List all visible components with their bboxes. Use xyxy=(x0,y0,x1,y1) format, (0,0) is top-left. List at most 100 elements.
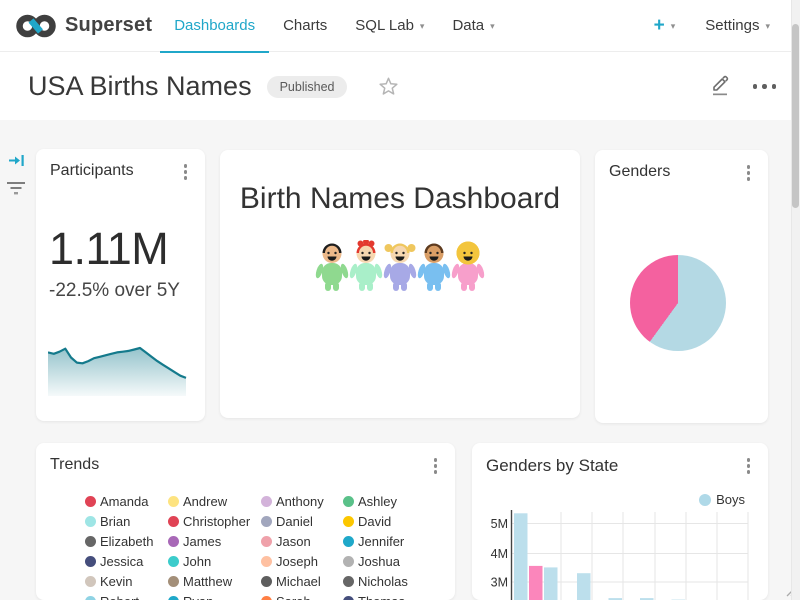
legend-item-james[interactable]: James xyxy=(168,531,261,551)
scrollbar-thumb[interactable] xyxy=(792,24,799,208)
dashboard-header: USA Births Names Published xyxy=(0,53,800,120)
legend-label: Kevin xyxy=(100,574,133,589)
nav-links: Dashboards Charts SQL Lab ▾ Data ▾ xyxy=(160,0,508,52)
nav-item-sql-lab[interactable]: SQL Lab ▾ xyxy=(341,0,438,52)
more-options-icon[interactable] xyxy=(753,80,777,93)
kid-girl-red-mint xyxy=(349,240,383,292)
card-genders: Genders xyxy=(595,150,768,423)
legend-label: Joshua xyxy=(358,554,400,569)
kebab-menu-icon[interactable] xyxy=(180,162,192,182)
genders-by-state-bar-chart[interactable]: 5M 4M 3M xyxy=(486,503,754,600)
card-trends: Trends AmandaAndrewAnthonyAshleyBrianChr… xyxy=(36,443,455,600)
legend-item-nicholas[interactable]: Nicholas xyxy=(343,571,408,591)
legend-swatch xyxy=(168,496,179,507)
published-badge[interactable]: Published xyxy=(267,76,348,98)
legend-item-amanda[interactable]: Amanda xyxy=(85,491,168,511)
kebab-menu-icon[interactable] xyxy=(743,163,755,183)
legend-item-brian[interactable]: Brian xyxy=(85,511,168,531)
legend-item-elizabeth[interactable]: Elizabeth xyxy=(85,531,168,551)
legend-swatch xyxy=(343,516,354,527)
legend-item-jennifer[interactable]: Jennifer xyxy=(343,531,408,551)
nav-item-dashboards[interactable]: Dashboards xyxy=(160,0,269,52)
legend-item-ryan[interactable]: Ryan xyxy=(168,591,261,600)
legend-item-daniel[interactable]: Daniel xyxy=(261,511,343,531)
plus-icon: + xyxy=(654,16,665,35)
scrollbar-track[interactable] xyxy=(791,0,800,600)
card-title: Participants xyxy=(50,162,134,180)
legend-label: Brian xyxy=(100,514,130,529)
legend-item-david[interactable]: David xyxy=(343,511,408,531)
y-tick-label: 4M xyxy=(491,547,508,561)
chevron-down-icon: ▾ xyxy=(671,21,676,32)
legend-item-michael[interactable]: Michael xyxy=(261,571,343,591)
y-tick-label: 5M xyxy=(491,517,508,531)
nav-item-data[interactable]: Data ▾ xyxy=(438,0,508,52)
legend-swatch xyxy=(168,596,179,600)
legend-item-ashley[interactable]: Ashley xyxy=(343,491,408,511)
legend-swatch xyxy=(85,596,96,600)
card-title: Genders xyxy=(609,163,670,181)
legend-swatch xyxy=(85,576,96,587)
legend-swatch xyxy=(168,536,179,547)
legend-label: Matthew xyxy=(183,574,232,589)
legend-item-robert[interactable]: Robert xyxy=(85,591,168,600)
legend-label: Michael xyxy=(276,574,321,589)
card-title: Genders by State xyxy=(486,456,618,476)
legend-item-jessica[interactable]: Jessica xyxy=(85,551,168,571)
genders-pie-chart[interactable] xyxy=(630,255,726,351)
expand-filter-bar-icon[interactable] xyxy=(8,153,25,173)
chevron-down-icon: ▾ xyxy=(420,21,425,32)
kebab-menu-icon[interactable] xyxy=(743,456,755,476)
legend-swatch xyxy=(343,496,354,507)
bar-girls[interactable] xyxy=(529,566,543,600)
edit-pencil-icon[interactable] xyxy=(709,72,733,102)
participants-sparkline-chart[interactable] xyxy=(48,342,190,400)
legend-label: Thomas xyxy=(358,594,405,600)
favorite-star-icon[interactable] xyxy=(378,76,399,97)
filter-icon[interactable] xyxy=(7,181,25,201)
legend-label: Jessica xyxy=(100,554,143,569)
legend-swatch xyxy=(85,516,96,527)
legend-item-andrew[interactable]: Andrew xyxy=(168,491,261,511)
bar-boys[interactable] xyxy=(577,573,591,600)
brand-name[interactable]: Superset xyxy=(65,14,152,37)
legend-item-john[interactable]: John xyxy=(168,551,261,571)
legend-swatch xyxy=(261,536,272,547)
legend-label: Ryan xyxy=(183,594,213,600)
legend-swatch xyxy=(261,576,272,587)
legend-item-joshua[interactable]: Joshua xyxy=(343,551,408,571)
legend-swatch xyxy=(261,596,272,600)
kebab-menu-icon[interactable] xyxy=(430,456,442,476)
legend-item-christopher[interactable]: Christopher xyxy=(168,511,261,531)
legend-item-joseph[interactable]: Joseph xyxy=(261,551,343,571)
legend-swatch xyxy=(343,576,354,587)
legend-item-kevin[interactable]: Kevin xyxy=(85,571,168,591)
nav-right: + ▾ Settings ▾ xyxy=(654,16,800,35)
navbar: Superset Dashboards Charts SQL Lab ▾ Dat… xyxy=(0,0,800,52)
legend-item-matthew[interactable]: Matthew xyxy=(168,571,261,591)
legend-swatch xyxy=(85,536,96,547)
new-menu-button[interactable]: + ▾ xyxy=(654,16,676,35)
legend-swatch xyxy=(343,556,354,567)
y-tick-label: 3M xyxy=(491,576,508,590)
legend-swatch xyxy=(168,576,179,587)
legend-label: John xyxy=(183,554,211,569)
bar-boys[interactable] xyxy=(514,513,528,600)
superset-logo-icon[interactable] xyxy=(14,11,58,41)
legend-item-thomas[interactable]: Thomas xyxy=(343,591,408,600)
legend-label: Jennifer xyxy=(358,534,404,549)
legend-item-sarah[interactable]: Sarah xyxy=(261,591,343,600)
markdown-heading: Birth Names Dashboard xyxy=(220,182,580,216)
nav-item-charts[interactable]: Charts xyxy=(269,0,341,52)
legend-label: Andrew xyxy=(183,494,227,509)
legend-item-jason[interactable]: Jason xyxy=(261,531,343,551)
settings-menu[interactable]: Settings ▾ xyxy=(705,17,770,34)
legend-swatch xyxy=(261,496,272,507)
legend-swatch xyxy=(343,596,354,600)
legend-item-anthony[interactable]: Anthony xyxy=(261,491,343,511)
children-emoji-row xyxy=(220,240,580,292)
bar-boys[interactable] xyxy=(544,567,558,600)
legend-label: James xyxy=(183,534,221,549)
big-number-subheader: -22.5% over 5Y xyxy=(49,280,180,302)
legend-swatch xyxy=(85,496,96,507)
